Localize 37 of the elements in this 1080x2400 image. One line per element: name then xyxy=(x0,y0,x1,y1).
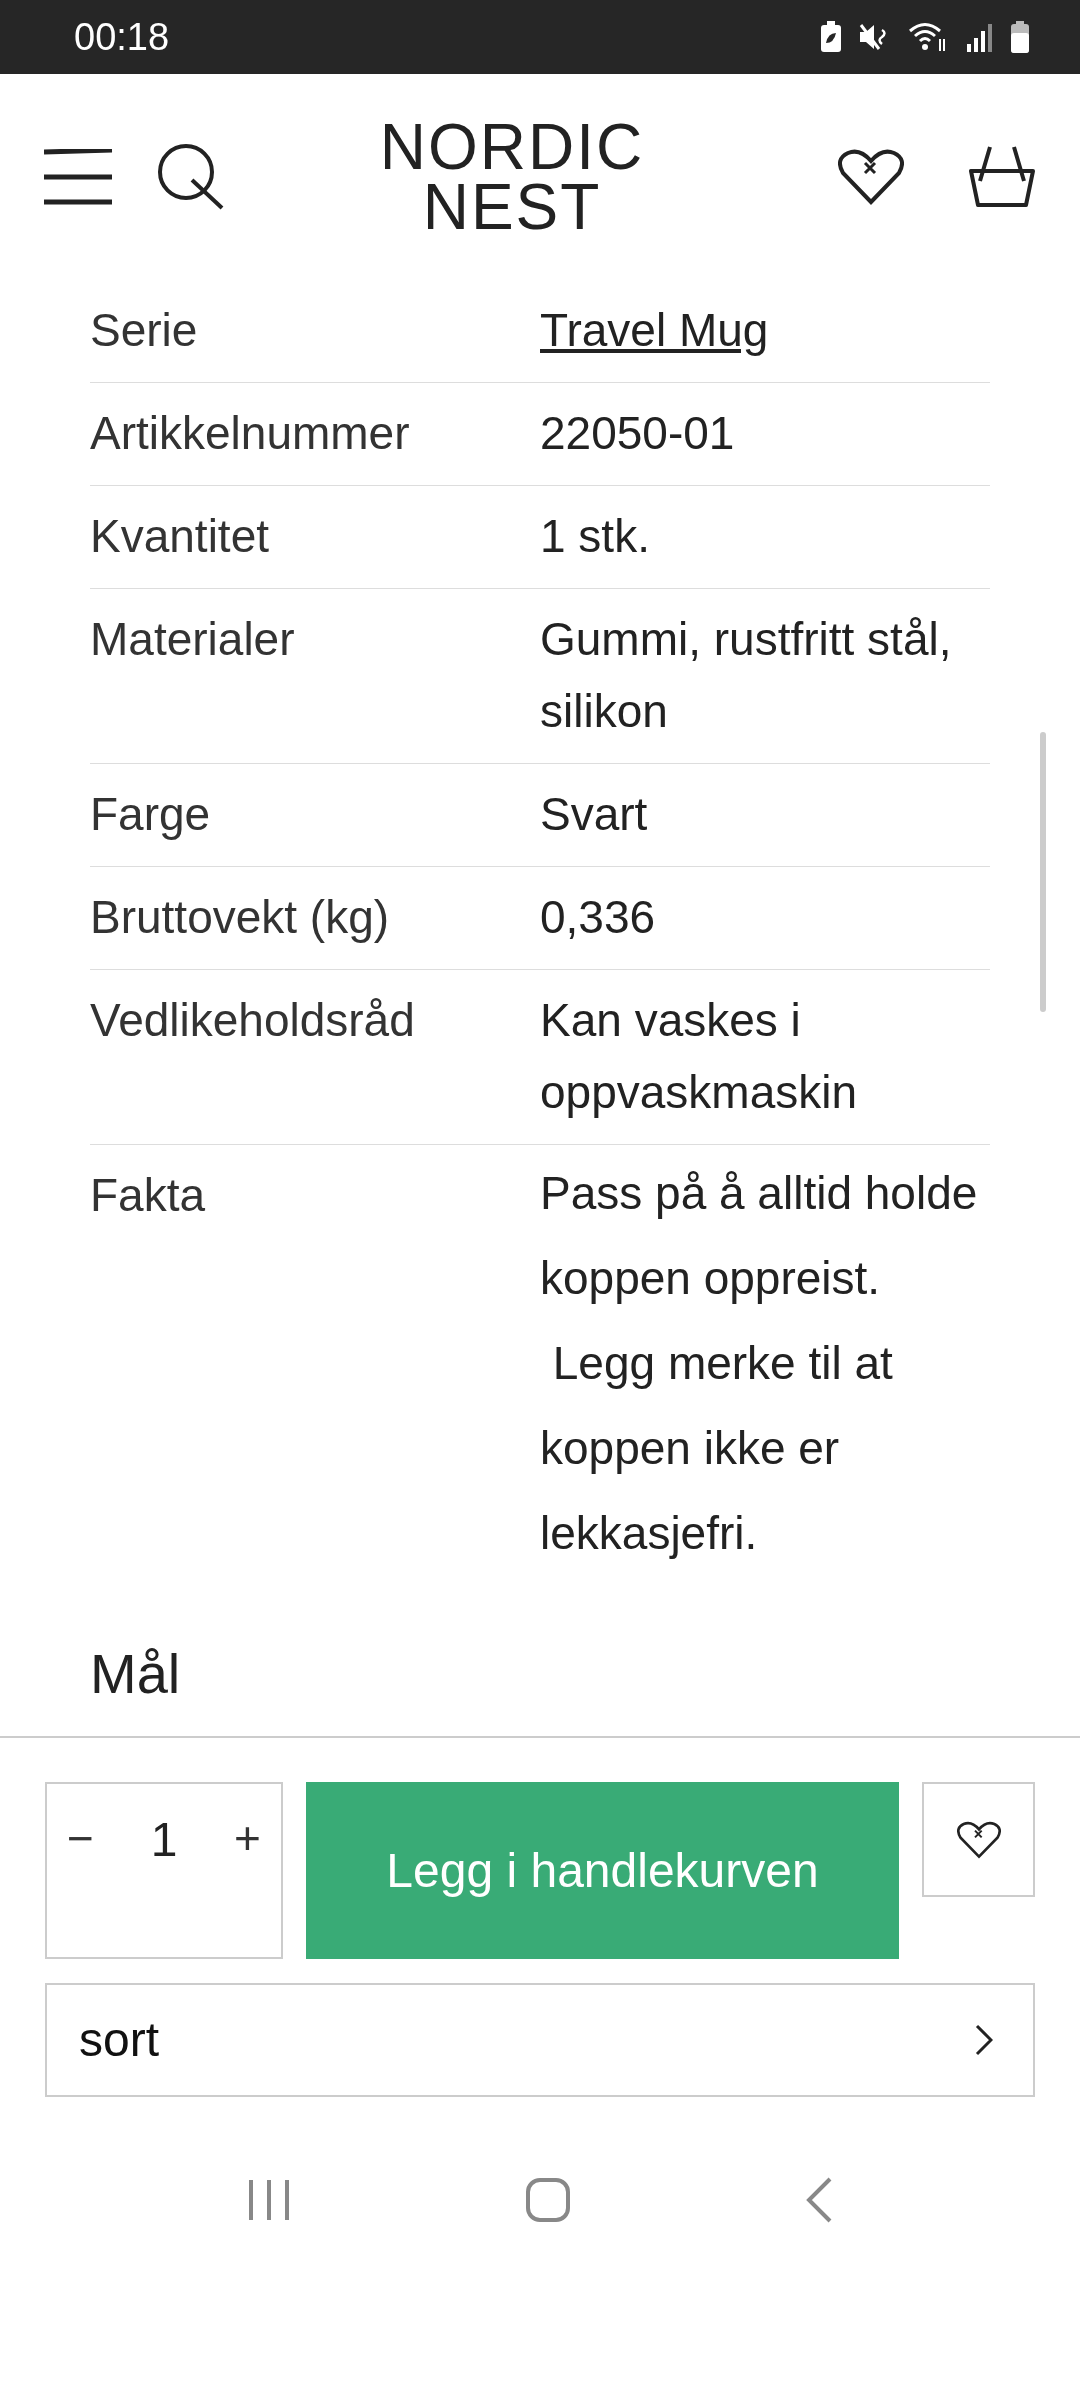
heart-icon xyxy=(956,1820,1001,1859)
section-heading: Mål xyxy=(89,1641,182,1707)
menu-icon[interactable] xyxy=(44,149,114,205)
spec-value: 1 stk. xyxy=(540,509,651,564)
spec-value: 0,336 xyxy=(540,890,657,945)
back-icon[interactable] xyxy=(805,2177,833,2223)
variant-selector[interactable]: sort xyxy=(45,1983,1035,2097)
spec-label: Farge xyxy=(90,787,212,842)
spec-label: Kvantitet xyxy=(90,509,270,564)
favorite-button[interactable] xyxy=(922,1782,1035,1897)
spec-value: Kan vaskes i oppvaskmaskin xyxy=(540,993,859,1120)
battery-icon xyxy=(1010,21,1030,53)
spec-label: Serie xyxy=(90,303,199,358)
spec-label: Bruttovekt (kg) xyxy=(90,890,391,945)
spec-label: Artikkelnummer xyxy=(90,406,411,461)
variant-value: sort xyxy=(79,2012,159,2068)
minus-button[interactable]: − xyxy=(67,1804,94,1873)
spec-value: Pass på å alltid holde koppen oppreist. Legg merke til at koppen ikke er lekkasjefri. xyxy=(540,1166,979,1561)
basket-icon[interactable] xyxy=(968,145,1036,209)
plus-button[interactable]: + xyxy=(234,1804,261,1873)
spec-value: Gummi, rustfritt stål, silikon xyxy=(540,612,953,739)
signal-icon xyxy=(966,22,994,52)
recent-apps-icon[interactable] xyxy=(247,2178,291,2222)
home-icon[interactable] xyxy=(525,2177,571,2223)
quantity-value: 1 xyxy=(150,1812,178,1868)
status-time: 00:18 xyxy=(74,14,170,60)
spec-value: Svart xyxy=(540,787,649,842)
chevron-right-icon xyxy=(975,2024,993,2056)
spec-label: Fakta xyxy=(90,1168,207,1223)
spec-label: Vedlikeholdsråd xyxy=(90,993,416,1048)
battery-saver-icon xyxy=(820,21,842,53)
heart-icon[interactable] xyxy=(838,149,904,205)
spec-label: Materialer xyxy=(90,612,296,667)
logo[interactable]: NORDIC NEST xyxy=(226,117,798,237)
series-link[interactable]: Travel Mug xyxy=(540,304,769,356)
search-icon[interactable] xyxy=(156,142,226,212)
spec-value: 22050-01 xyxy=(540,406,736,461)
